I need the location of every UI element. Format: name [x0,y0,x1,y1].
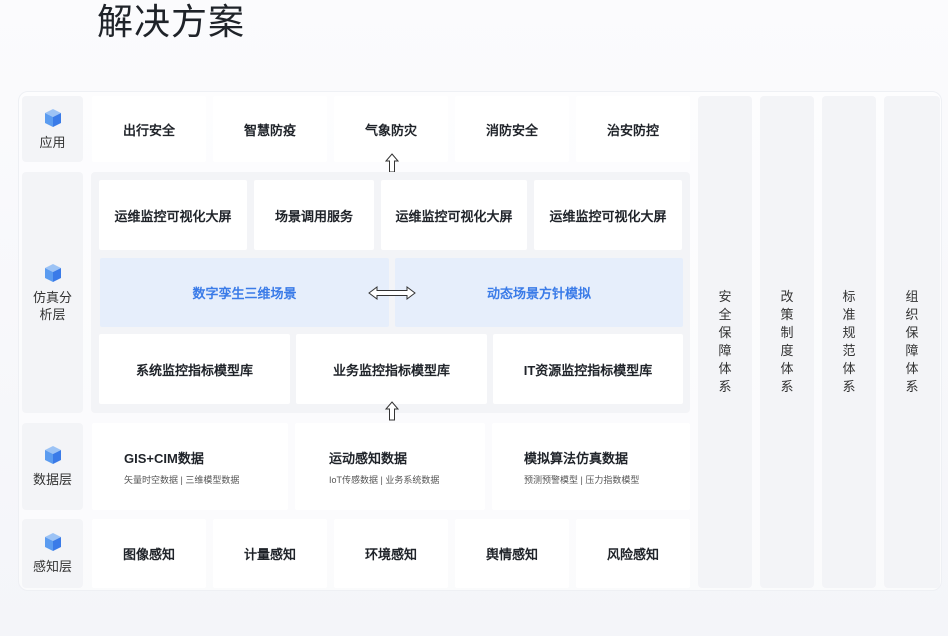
app-item: 智慧防疫 [213,96,327,162]
system-column-text: 安全保障体系 [718,289,732,394]
data-item-sub: 矢量时空数据 | 三维模型数据 [124,474,240,485]
system-column-security: 安全保障体系 [698,96,752,588]
page-title: 解决方案 [97,1,246,42]
system-column-standard: 标准规范体系 [822,96,876,588]
sim-service: 运维监控可视化大屏 [99,180,247,250]
layer-label-text: 数据层 [32,472,72,487]
data-item-title: 模拟算法仿真数据 [524,450,629,466]
system-column-text: 标准规范体系 [842,289,856,394]
sim-model-lib: 系统监控指标模型库 [99,334,290,404]
data-item: GIS+CIM数据 矢量时空数据 | 三维模型数据 [92,423,288,510]
data-item: 模拟算法仿真数据 预测预警模型 | 压力指数模型 [492,423,690,510]
layer-label-text: 应用 [39,134,66,150]
layer-label-app: 应用 [22,96,83,162]
layer-label-sense: 感知层 [22,519,83,588]
cube-icon [44,446,61,464]
sim-service: 运维监控可视化大屏 [381,180,527,250]
sense-item: 风险感知 [576,519,690,588]
double-arrow-icon [368,286,416,300]
data-item-title: GIS+CIM数据 [124,450,204,466]
cube-icon [44,533,61,551]
sense-item: 图像感知 [92,519,206,588]
arrow-up-icon [384,153,400,173]
cube-icon [44,108,61,127]
arrow-up-icon [384,401,400,421]
sim-model-lib: 业务监控指标模型库 [296,334,487,404]
app-item: 出行安全 [92,96,206,162]
system-column-text: 组织保障体系 [905,289,919,394]
sim-scene: 动态场景方针模拟 [395,258,683,327]
sense-item: 环境感知 [334,519,448,588]
sense-item: 舆情感知 [455,519,569,588]
sense-row: 图像感知 计量感知 环境感知 舆情感知 风险感知 [91,519,690,588]
layer-label-text: 感知层 [32,559,72,574]
data-row: GIS+CIM数据 矢量时空数据 | 三维模型数据 运动感知数据 IoT传感数据… [91,423,690,510]
system-column-organization: 组织保障体系 [884,96,940,588]
sim-service: 运维监控可视化大屏 [534,180,682,250]
layer-label-sim: 仿真分析层 [22,172,83,413]
app-item: 治安防控 [576,96,690,162]
layer-label-text: 仿真分析层 [32,289,72,322]
data-item-title: 运动感知数据 [329,450,408,466]
sim-scene: 数字孪生三维场景 [100,258,389,327]
app-item: 消防安全 [455,96,569,162]
data-item-sub: 预测预警模型 | 压力指数模型 [524,474,640,485]
data-item-sub: IoT传感数据 | 业务系统数据 [329,474,440,485]
sense-item: 计量感知 [213,519,327,588]
sim-model-lib: IT资源监控指标模型库 [493,334,683,404]
system-column-policy: 改策制度体系 [760,96,814,588]
data-item: 运动感知数据 IoT传感数据 | 业务系统数据 [295,423,485,510]
layer-label-data: 数据层 [22,423,83,510]
cube-icon [44,263,61,282]
sim-service: 场景调用服务 [254,180,374,250]
system-column-text: 改策制度体系 [780,289,794,394]
